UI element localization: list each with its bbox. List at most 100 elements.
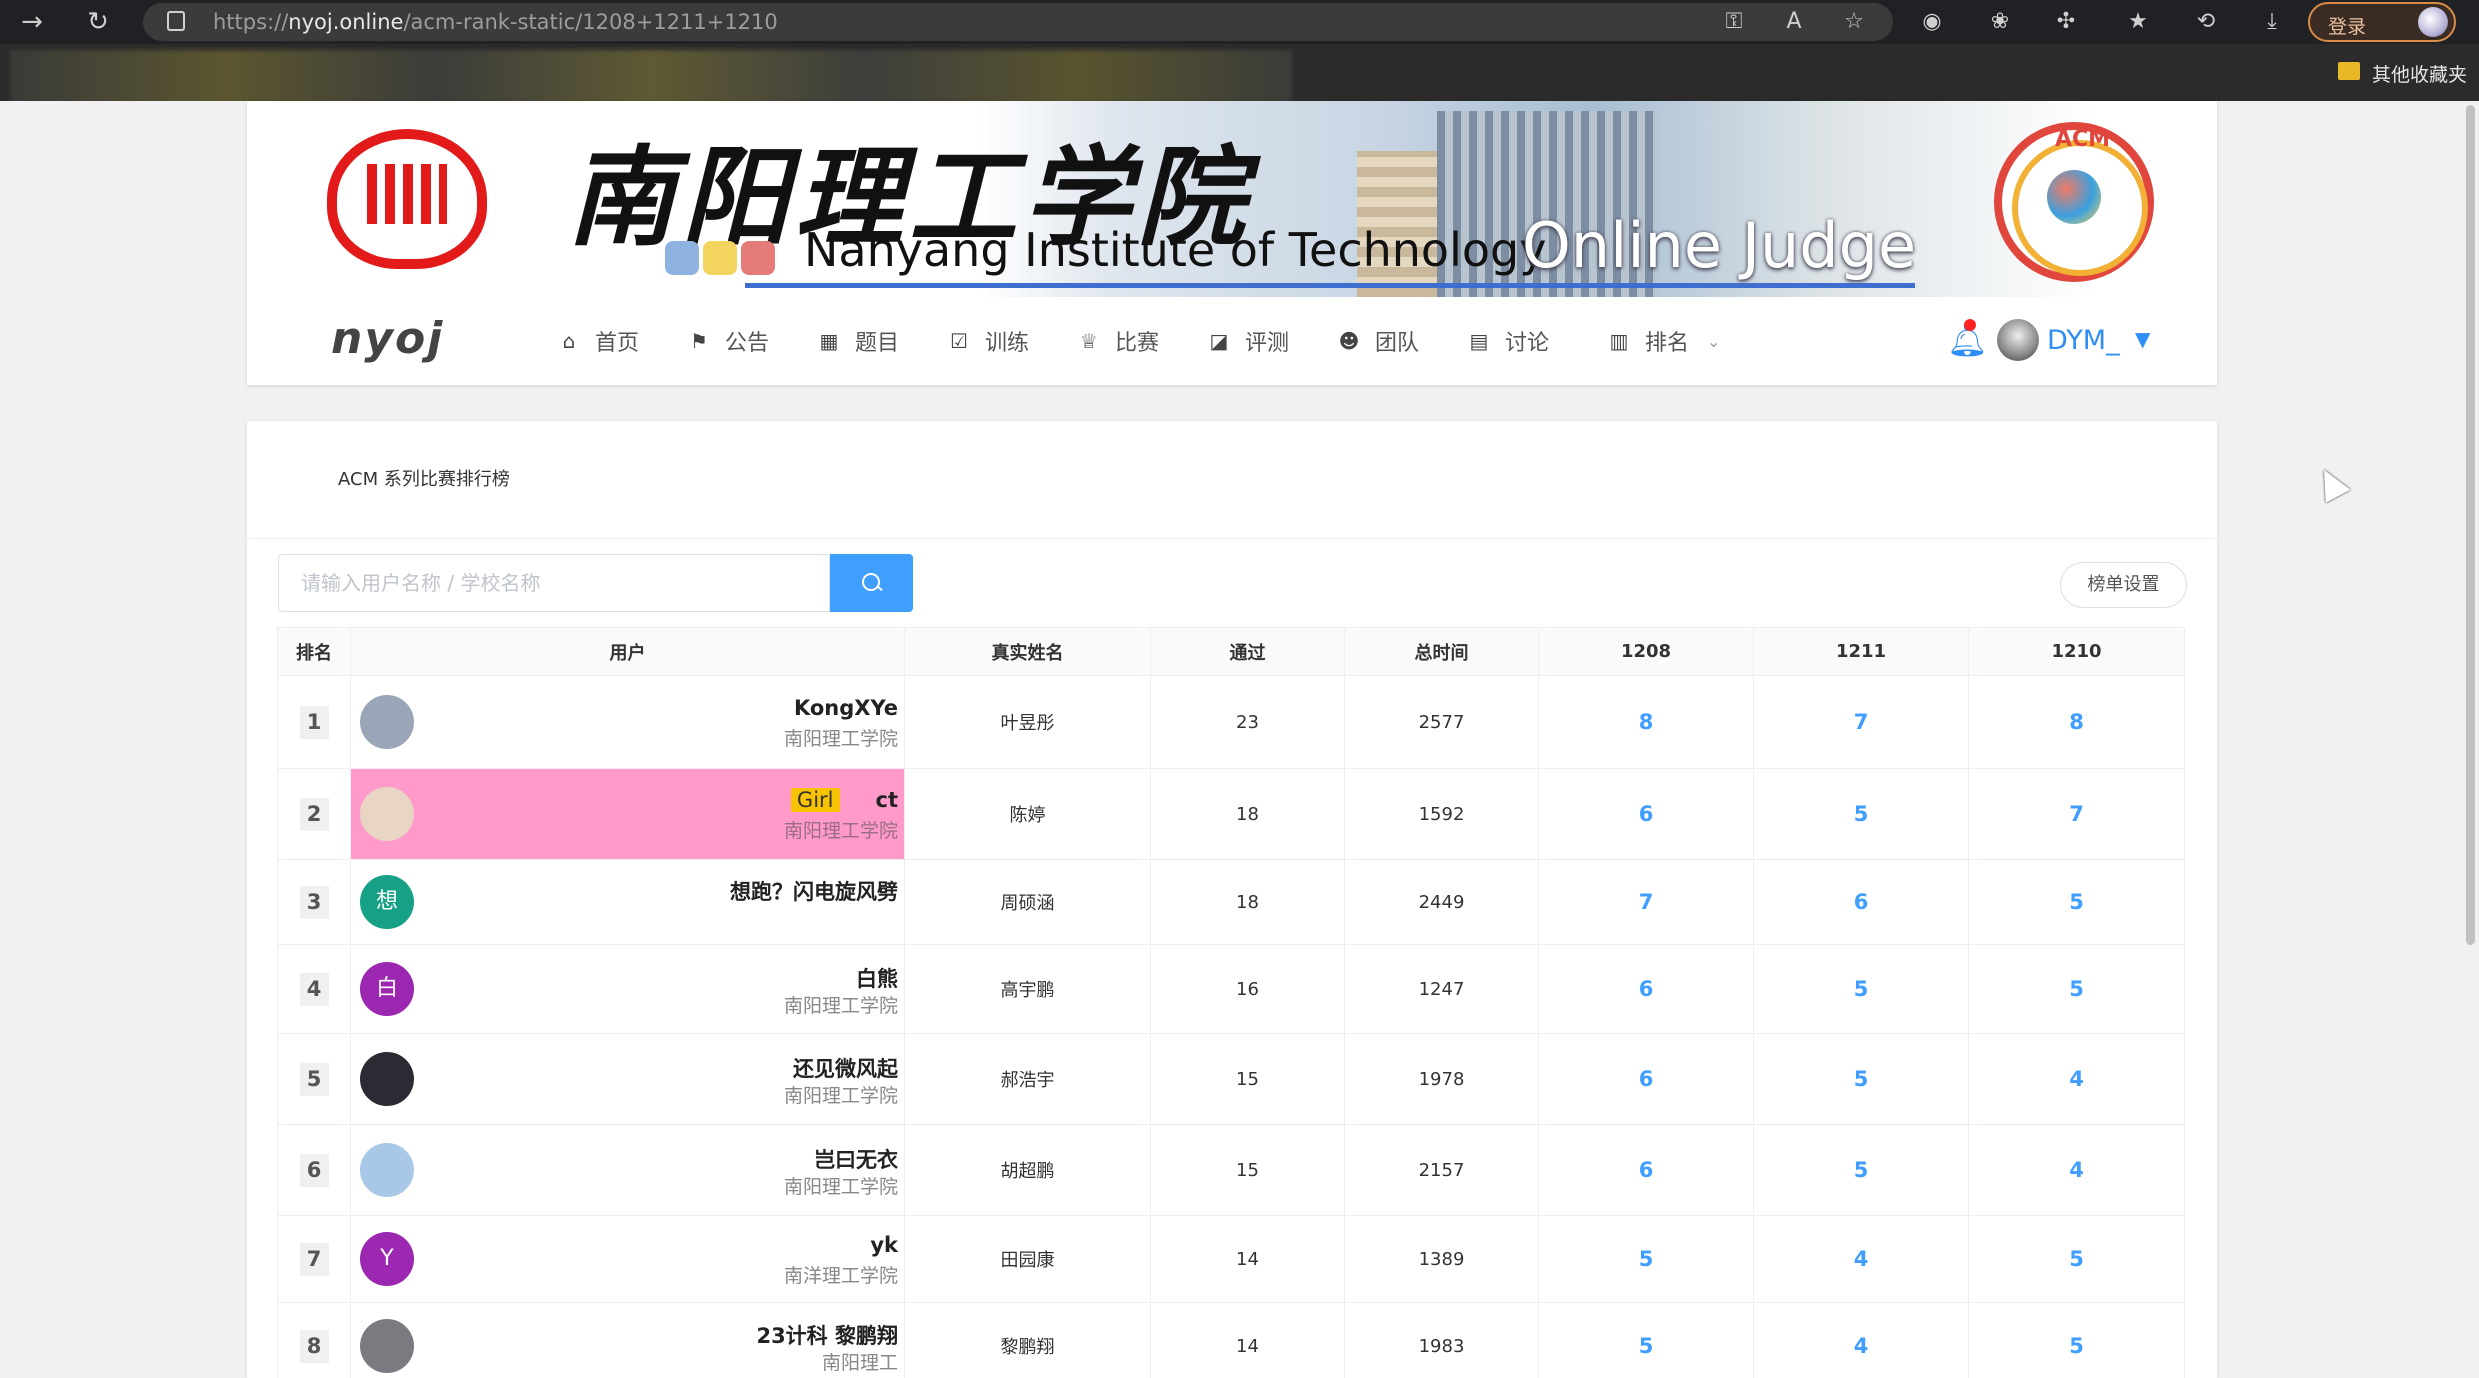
url-text[interactable]: https://nyoj.online/acm-rank-static/1208… bbox=[213, 10, 778, 34]
col-header-user[interactable]: 用户 bbox=[350, 627, 905, 676]
problem-score[interactable]: 4 bbox=[2069, 1158, 2084, 1182]
history-icon[interactable]: ⟲ bbox=[2192, 8, 2220, 36]
address-bar[interactable]: https://nyoj.online/acm-rank-static/1208… bbox=[143, 3, 1893, 41]
col-header-realname[interactable]: 真实姓名 bbox=[904, 627, 1151, 676]
user-name[interactable]: yk bbox=[870, 1233, 898, 1257]
cookie-icon[interactable]: ❀ bbox=[1986, 8, 2014, 36]
refresh-icon[interactable]: ↻ bbox=[82, 6, 114, 38]
problem-cell-1210[interactable]: 5 bbox=[1968, 1215, 2185, 1303]
search-input[interactable] bbox=[279, 555, 829, 611]
problem-score[interactable]: 7 bbox=[1854, 710, 1869, 734]
problem-score[interactable]: 4 bbox=[1854, 1247, 1869, 1271]
user-cell[interactable]: 白 白熊 南阳理工学院 bbox=[350, 944, 905, 1034]
problem-cell-1208[interactable]: 6 bbox=[1538, 944, 1754, 1034]
extension-avatar-icon[interactable]: ◉ bbox=[1918, 8, 1946, 36]
problem-score[interactable]: 8 bbox=[2069, 710, 2084, 734]
other-bookmarks-label[interactable]: 其他收藏夹 bbox=[2372, 60, 2467, 87]
problem-cell-1211[interactable]: 5 bbox=[1753, 944, 1969, 1034]
problem-score[interactable]: 7 bbox=[1639, 890, 1654, 914]
scrollbar[interactable] bbox=[2462, 101, 2479, 1378]
problem-cell-1211[interactable]: 4 bbox=[1753, 1215, 1969, 1303]
user-name[interactable]: 还见微风起 bbox=[793, 1053, 898, 1083]
problem-score[interactable]: 6 bbox=[1854, 890, 1869, 914]
user-name[interactable]: Girl ct bbox=[790, 788, 899, 812]
problem-cell-1211[interactable]: 5 bbox=[1753, 768, 1969, 860]
key-icon[interactable]: ⚿ bbox=[1720, 8, 1748, 36]
back-icon[interactable]: → bbox=[16, 6, 48, 38]
user-cell[interactable]: 23计科 黎鹏翔 南阳理工 bbox=[350, 1302, 905, 1378]
problem-score[interactable]: 5 bbox=[2069, 1247, 2084, 1271]
avatar[interactable] bbox=[1997, 319, 2039, 361]
problem-score[interactable]: 5 bbox=[2069, 977, 2084, 1001]
problem-score[interactable]: 6 bbox=[1639, 977, 1654, 1001]
lock-icon[interactable] bbox=[167, 11, 185, 31]
nav-discussion[interactable]: ▤ 讨论 bbox=[1467, 325, 1549, 357]
problem-score[interactable]: 7 bbox=[2069, 802, 2084, 826]
problem-score[interactable]: 5 bbox=[1854, 802, 1869, 826]
caret-down-icon[interactable]: ▼ bbox=[2135, 327, 2150, 351]
problem-cell-1210[interactable]: 7 bbox=[1968, 768, 2185, 860]
problem-score[interactable]: 5 bbox=[2069, 1334, 2084, 1358]
search-button[interactable] bbox=[830, 554, 913, 612]
nav-home[interactable]: ⌂ 首页 bbox=[557, 325, 639, 357]
col-header-contest-1211[interactable]: 1211 bbox=[1753, 627, 1969, 676]
col-header-solved[interactable]: 通过 bbox=[1150, 627, 1345, 676]
problem-cell-1211[interactable]: 5 bbox=[1753, 1033, 1969, 1125]
avatar[interactable]: 白 bbox=[360, 962, 414, 1016]
col-header-time[interactable]: 总时间 bbox=[1344, 627, 1539, 676]
user-name-text[interactable]: ct bbox=[876, 788, 899, 812]
user-name[interactable]: 白熊 bbox=[856, 963, 898, 993]
user-cell[interactable]: 岂曰无衣 南阳理工学院 bbox=[350, 1124, 905, 1216]
avatar[interactable] bbox=[360, 1143, 414, 1197]
nav-status[interactable]: ◪ 评测 bbox=[1207, 325, 1289, 357]
problem-cell-1211[interactable]: 4 bbox=[1753, 1302, 1969, 1378]
favorites-icon[interactable]: ★ bbox=[2124, 8, 2152, 36]
problem-score[interactable]: 5 bbox=[1639, 1247, 1654, 1271]
user-cell[interactable]: Girl ct 南阳理工学院 bbox=[350, 768, 905, 860]
problem-cell-1210[interactable]: 8 bbox=[1968, 675, 2185, 769]
problem-cell-1208[interactable]: 6 bbox=[1538, 768, 1754, 860]
user-name[interactable]: KongXYe bbox=[794, 696, 898, 720]
avatar[interactable] bbox=[360, 787, 414, 841]
browser-login-button[interactable]: 登录 bbox=[2308, 2, 2456, 42]
problem-cell-1208[interactable]: 5 bbox=[1538, 1215, 1754, 1303]
problem-score[interactable]: 6 bbox=[1639, 1067, 1654, 1091]
avatar[interactable]: 想 bbox=[360, 875, 414, 929]
nav-rank[interactable]: ▥ 排名 ⌄ bbox=[1607, 325, 1721, 357]
problem-cell-1211[interactable]: 6 bbox=[1753, 859, 1969, 945]
nav-problems[interactable]: ▦ 题目 bbox=[817, 325, 899, 357]
problem-cell-1208[interactable]: 5 bbox=[1538, 1302, 1754, 1378]
user-name-text[interactable]: yk bbox=[870, 1233, 898, 1257]
user-name[interactable]: 想跑？闪电旋风劈 bbox=[730, 876, 898, 906]
user-name-text[interactable]: 还见微风起 bbox=[793, 1057, 898, 1081]
user-name-text[interactable]: KongXYe bbox=[794, 696, 898, 720]
problem-cell-1210[interactable]: 5 bbox=[1968, 1302, 2185, 1378]
avatar[interactable] bbox=[360, 695, 414, 749]
brand-logo[interactable]: nyoj bbox=[331, 313, 444, 364]
user-name-text[interactable]: 白熊 bbox=[856, 967, 898, 991]
col-header-rank[interactable]: 排名 bbox=[277, 627, 351, 676]
problem-cell-1210[interactable]: 5 bbox=[1968, 859, 2185, 945]
problem-cell-1210[interactable]: 5 bbox=[1968, 944, 2185, 1034]
nav-announcement[interactable]: ⚑ 公告 bbox=[687, 325, 769, 357]
problem-score[interactable]: 5 bbox=[1854, 977, 1869, 1001]
avatar[interactable] bbox=[360, 1319, 414, 1373]
user-cell[interactable]: 还见微风起 南阳理工学院 bbox=[350, 1033, 905, 1125]
avatar[interactable]: Y bbox=[360, 1232, 414, 1286]
school-logo-icon[interactable] bbox=[327, 129, 487, 269]
extension-icon[interactable]: ✣ bbox=[2052, 8, 2080, 36]
problem-score[interactable]: 6 bbox=[1639, 802, 1654, 826]
nav-contest[interactable]: ♕ 比赛 bbox=[1077, 325, 1159, 357]
problem-cell-1208[interactable]: 6 bbox=[1538, 1033, 1754, 1125]
user-name[interactable]: 23计科 黎鹏翔 bbox=[756, 1320, 898, 1350]
problem-cell-1211[interactable]: 5 bbox=[1753, 1124, 1969, 1216]
col-header-contest-1210[interactable]: 1210 bbox=[1968, 627, 2185, 676]
user-cell[interactable]: Yyk 南洋理工学院 bbox=[350, 1215, 905, 1303]
ranklist-settings-button[interactable]: 榜单设置 bbox=[2060, 562, 2187, 608]
problem-cell-1210[interactable]: 4 bbox=[1968, 1124, 2185, 1216]
problem-cell-1210[interactable]: 4 bbox=[1968, 1033, 2185, 1125]
user-name-text[interactable]: 23计科 黎鹏翔 bbox=[756, 1324, 898, 1348]
problem-score[interactable]: 4 bbox=[1854, 1334, 1869, 1358]
problem-cell-1208[interactable]: 6 bbox=[1538, 1124, 1754, 1216]
user-name-text[interactable]: 想跑？闪电旋风劈 bbox=[730, 880, 898, 904]
